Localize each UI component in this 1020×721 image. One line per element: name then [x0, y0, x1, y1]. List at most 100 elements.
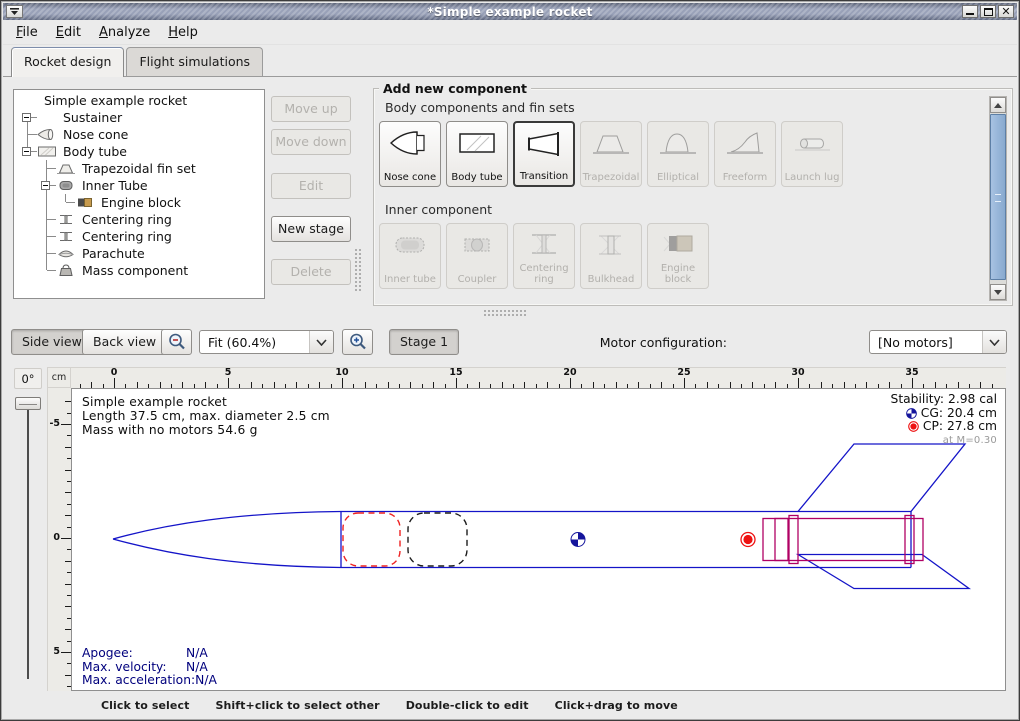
tree-item-label: Centering ring — [80, 229, 172, 244]
scroll-down-button[interactable] — [990, 284, 1006, 300]
nose-cone-outline[interactable] — [113, 512, 341, 540]
horizontal-split-divider[interactable] — [483, 309, 527, 317]
component-tree: Simple example rocket Sustainer Nose con… — [13, 89, 265, 299]
tab[interactable]: Flight simulations — [126, 47, 263, 76]
menu-item[interactable]: File — [7, 22, 47, 43]
ruler-tick — [912, 378, 913, 388]
flight-data-label: Apogee: — [82, 647, 186, 661]
move-up-button[interactable]: Move up — [271, 96, 351, 122]
flight-data-value: N/A — [186, 647, 208, 661]
rocket-canvas[interactable]: Simple example rocket Length 37.5 cm, ma… — [71, 388, 1006, 691]
component-button[interactable]: Trapezoidal — [580, 121, 642, 187]
component-button-label: Centering ring — [514, 264, 574, 288]
ruler-label: 5 — [53, 646, 60, 657]
delete-button[interactable]: Delete — [271, 259, 351, 285]
rocket-dimensions: Length 37.5 cm, max. diameter 2.5 cm — [82, 409, 330, 423]
component-button-label: Elliptical — [656, 173, 700, 187]
tree-item[interactable]: Body tube — [18, 143, 264, 160]
component-button[interactable]: Coupler — [446, 223, 508, 289]
component-button[interactable]: Freeform — [714, 121, 776, 187]
tree-item[interactable]: Sustainer — [18, 109, 264, 126]
ruler-label: 0 — [111, 367, 118, 378]
component-button[interactable]: Nose cone — [379, 121, 441, 187]
component-button[interactable]: Elliptical — [647, 121, 709, 187]
ruler-tick — [61, 424, 71, 425]
new-stage-button[interactable]: New stage — [271, 216, 351, 242]
cg-value: CG: 20.4 cm — [921, 407, 997, 421]
tree-expander[interactable] — [18, 109, 37, 126]
v-ruler: -505 — [47, 388, 71, 691]
scrollbar-thumb[interactable] — [990, 114, 1006, 280]
tree-item-label: Nose cone — [61, 127, 128, 142]
ruler-label: 25 — [677, 367, 690, 378]
stage-1-toggle[interactable]: Stage 1 — [389, 329, 459, 355]
component-button[interactable]: Engine block — [647, 223, 709, 289]
tree-item[interactable]: Simple example rocket — [18, 92, 264, 109]
component-button[interactable]: Transition — [513, 121, 575, 187]
status-hint: Shift+click to select other — [215, 699, 379, 712]
tree-item-icon — [75, 196, 99, 210]
component-button[interactable]: Centering ring — [513, 223, 575, 289]
tree-item[interactable]: Centering ring — [18, 228, 264, 245]
menu-item[interactable]: Edit — [47, 22, 90, 43]
zoom-in-button[interactable] — [342, 329, 373, 355]
tree-guide — [37, 228, 56, 245]
edit-button[interactable]: Edit — [271, 173, 351, 199]
ruler-label: 35 — [905, 367, 918, 378]
tree-item[interactable]: Parachute — [18, 245, 264, 262]
centering-ring-outline[interactable] — [789, 516, 798, 564]
rotation-slider[interactable] — [14, 395, 42, 681]
tree-item[interactable]: Nose cone — [18, 126, 264, 143]
tree-item[interactable]: Inner Tube — [18, 177, 264, 194]
rotation-slider-handle[interactable] — [15, 397, 41, 410]
ruler-tick — [61, 538, 71, 539]
component-button[interactable]: Body tube — [446, 121, 508, 187]
tree-item-label: Body tube — [61, 144, 127, 159]
flight-data-value: N/A — [195, 674, 217, 688]
component-button-icon — [723, 122, 767, 164]
component-button[interactable]: Bulkhead — [580, 223, 642, 289]
component-button-label: Trapezoidal — [582, 173, 641, 187]
scroll-up-button[interactable] — [990, 97, 1006, 113]
component-button-label: Body tube — [450, 173, 503, 187]
back-view-button[interactable]: Back view — [82, 329, 167, 355]
component-button[interactable]: Inner tube — [379, 223, 441, 289]
maximize-button[interactable] — [980, 5, 996, 18]
upper-fin-outline[interactable] — [798, 444, 965, 512]
component-button-label: Engine block — [648, 264, 708, 288]
app-window: *Simple example rocket ✕ FileEditAnalyze… — [0, 0, 1020, 721]
vertical-split-divider[interactable] — [354, 248, 362, 292]
lower-fin-outline[interactable] — [798, 555, 969, 589]
component-panel-scrollbar[interactable] — [989, 96, 1007, 301]
menu-item[interactable]: Analyze — [90, 22, 159, 43]
close-button[interactable]: ✕ — [998, 5, 1014, 18]
tree-item[interactable]: Engine block — [18, 194, 264, 211]
component-button[interactable]: Launch lug — [781, 121, 843, 187]
tree-item-icon — [37, 145, 61, 159]
nose-cone-outline[interactable] — [113, 539, 341, 568]
tree-item-icon — [56, 213, 80, 227]
mass-component-outline[interactable] — [408, 513, 467, 566]
minimize-button[interactable] — [962, 5, 978, 18]
tree-expander[interactable] — [37, 177, 56, 194]
tree-item-label: Simple example rocket — [42, 93, 187, 108]
tab[interactable]: Rocket design — [11, 47, 124, 77]
zoom-select[interactable]: Fit (60.4%) — [199, 330, 334, 354]
stability-value: Stability: 2.98 cal — [891, 393, 997, 407]
motor-configuration-select[interactable]: [No motors] — [869, 330, 1007, 354]
tree-expander[interactable] — [18, 143, 37, 160]
zoom-out-button[interactable] — [161, 329, 192, 355]
tree-item[interactable]: Centering ring — [18, 211, 264, 228]
tree-guide — [37, 245, 56, 262]
tree-item-icon — [56, 230, 80, 244]
tree-item[interactable]: Trapezoidal fin set — [18, 160, 264, 177]
centering-ring-outline[interactable] — [905, 516, 914, 564]
engine-block-outline[interactable] — [775, 519, 788, 561]
menu-item[interactable]: Help — [159, 22, 207, 43]
side-view-button[interactable]: Side view — [11, 329, 93, 355]
component-button-icon — [455, 224, 499, 266]
ruler-tick — [570, 378, 571, 388]
move-down-button[interactable]: Move down — [271, 129, 351, 155]
tree-item[interactable]: Mass component — [18, 262, 264, 279]
parachute-outline[interactable] — [343, 513, 400, 566]
